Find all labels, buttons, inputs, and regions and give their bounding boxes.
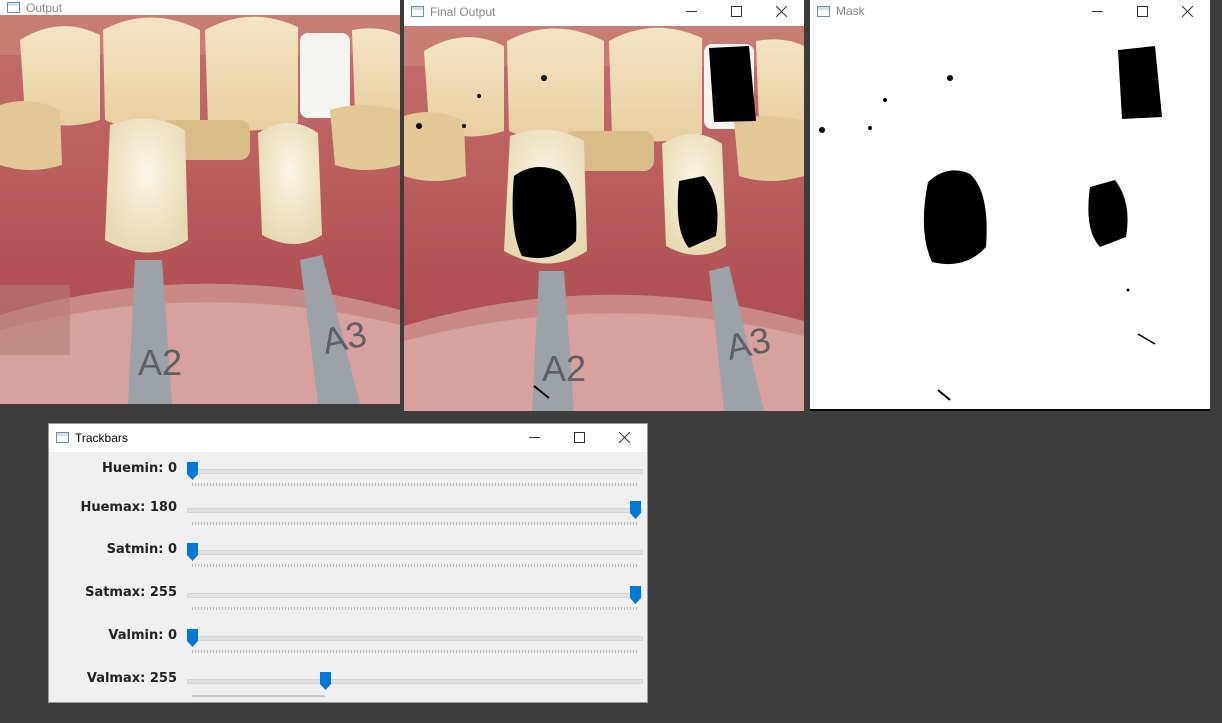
trackbar-huemax: Huemax: 180 — [49, 495, 647, 537]
close-icon[interactable] — [1165, 0, 1210, 22]
opencv-window-icon — [817, 5, 830, 17]
opencv-window-icon — [56, 432, 69, 443]
trackbars-window: Trackbars Huemin: 0 Huemax: 180 Satmin: 0 S… — [48, 423, 648, 703]
trackbars-panel: Huemin: 0 Huemax: 180 Satmin: 0 Satmax: 255… — [49, 452, 647, 702]
minimize-icon[interactable] — [512, 424, 557, 451]
trackbar-track[interactable] — [187, 679, 643, 684]
maximize-icon[interactable] — [557, 424, 602, 451]
trackbar-ticks — [192, 483, 637, 486]
close-icon[interactable] — [602, 424, 647, 451]
shade-label-a2: A2 — [138, 342, 182, 383]
window-title: Trackbars — [75, 430, 128, 445]
output-image: A2 A3 — [0, 15, 400, 404]
trackbar-ticks — [192, 607, 637, 610]
trackbar-thumb[interactable] — [187, 629, 198, 647]
trackbar-label: Huemax: 180 — [80, 500, 177, 515]
opencv-window-icon — [7, 2, 20, 13]
maximize-icon[interactable] — [714, 0, 759, 23]
mask-image — [810, 22, 1210, 411]
trackbar-track[interactable] — [187, 593, 643, 598]
mask-titlebar[interactable]: Mask — [810, 0, 1210, 22]
trackbar-ticks — [192, 522, 637, 525]
trackbar-label: Huemin: 0 — [102, 461, 177, 476]
final-output-window: Final Output A2 A3 — [404, 0, 804, 411]
trackbar-satmax: Satmax: 255 — [49, 580, 647, 622]
minimize-icon[interactable] — [669, 0, 714, 23]
trackbar-huemin: Huemin: 0 — [49, 456, 647, 498]
final-output-image: A2 A3 — [404, 26, 804, 411]
output-titlebar[interactable]: Output — [0, 0, 400, 15]
close-icon[interactable] — [759, 0, 804, 23]
trackbar-track[interactable] — [187, 550, 643, 555]
trackbar-thumb[interactable] — [630, 586, 641, 604]
trackbar-valmax: Valmax: 255 — [49, 666, 647, 708]
trackbar-label: Satmin: 0 — [106, 542, 177, 557]
trackbar-track[interactable] — [187, 469, 643, 474]
mask-window: Mask — [810, 0, 1210, 411]
window-title: Mask — [836, 4, 865, 18]
trackbar-ticks — [192, 695, 325, 697]
trackbar-track[interactable] — [187, 636, 643, 641]
trackbar-track[interactable] — [187, 508, 643, 513]
trackbar-label: Satmax: 255 — [85, 585, 177, 600]
trackbar-valmin: Valmin: 0 — [49, 623, 647, 665]
trackbars-titlebar[interactable]: Trackbars — [49, 424, 647, 451]
trackbar-label: Valmax: 255 — [86, 671, 177, 686]
minimize-icon[interactable] — [1075, 0, 1120, 22]
trackbar-ticks — [192, 650, 637, 653]
trackbar-satmin: Satmin: 0 — [49, 537, 647, 579]
window-title: Final Output — [430, 4, 496, 19]
output-window: Output A2 A3 — [0, 0, 400, 404]
trackbar-label: Valmin: 0 — [108, 628, 177, 643]
trackbar-thumb[interactable] — [187, 462, 198, 480]
window-title: Output — [26, 0, 63, 15]
trackbar-thumb[interactable] — [187, 543, 198, 561]
trackbar-thumb[interactable] — [319, 672, 331, 690]
final-output-titlebar[interactable]: Final Output — [404, 0, 804, 23]
shade-label-a2: A2 — [542, 348, 586, 389]
trackbar-ticks — [192, 564, 637, 567]
maximize-icon[interactable] — [1120, 0, 1165, 22]
opencv-window-icon — [411, 6, 424, 17]
trackbar-thumb[interactable] — [630, 501, 641, 519]
